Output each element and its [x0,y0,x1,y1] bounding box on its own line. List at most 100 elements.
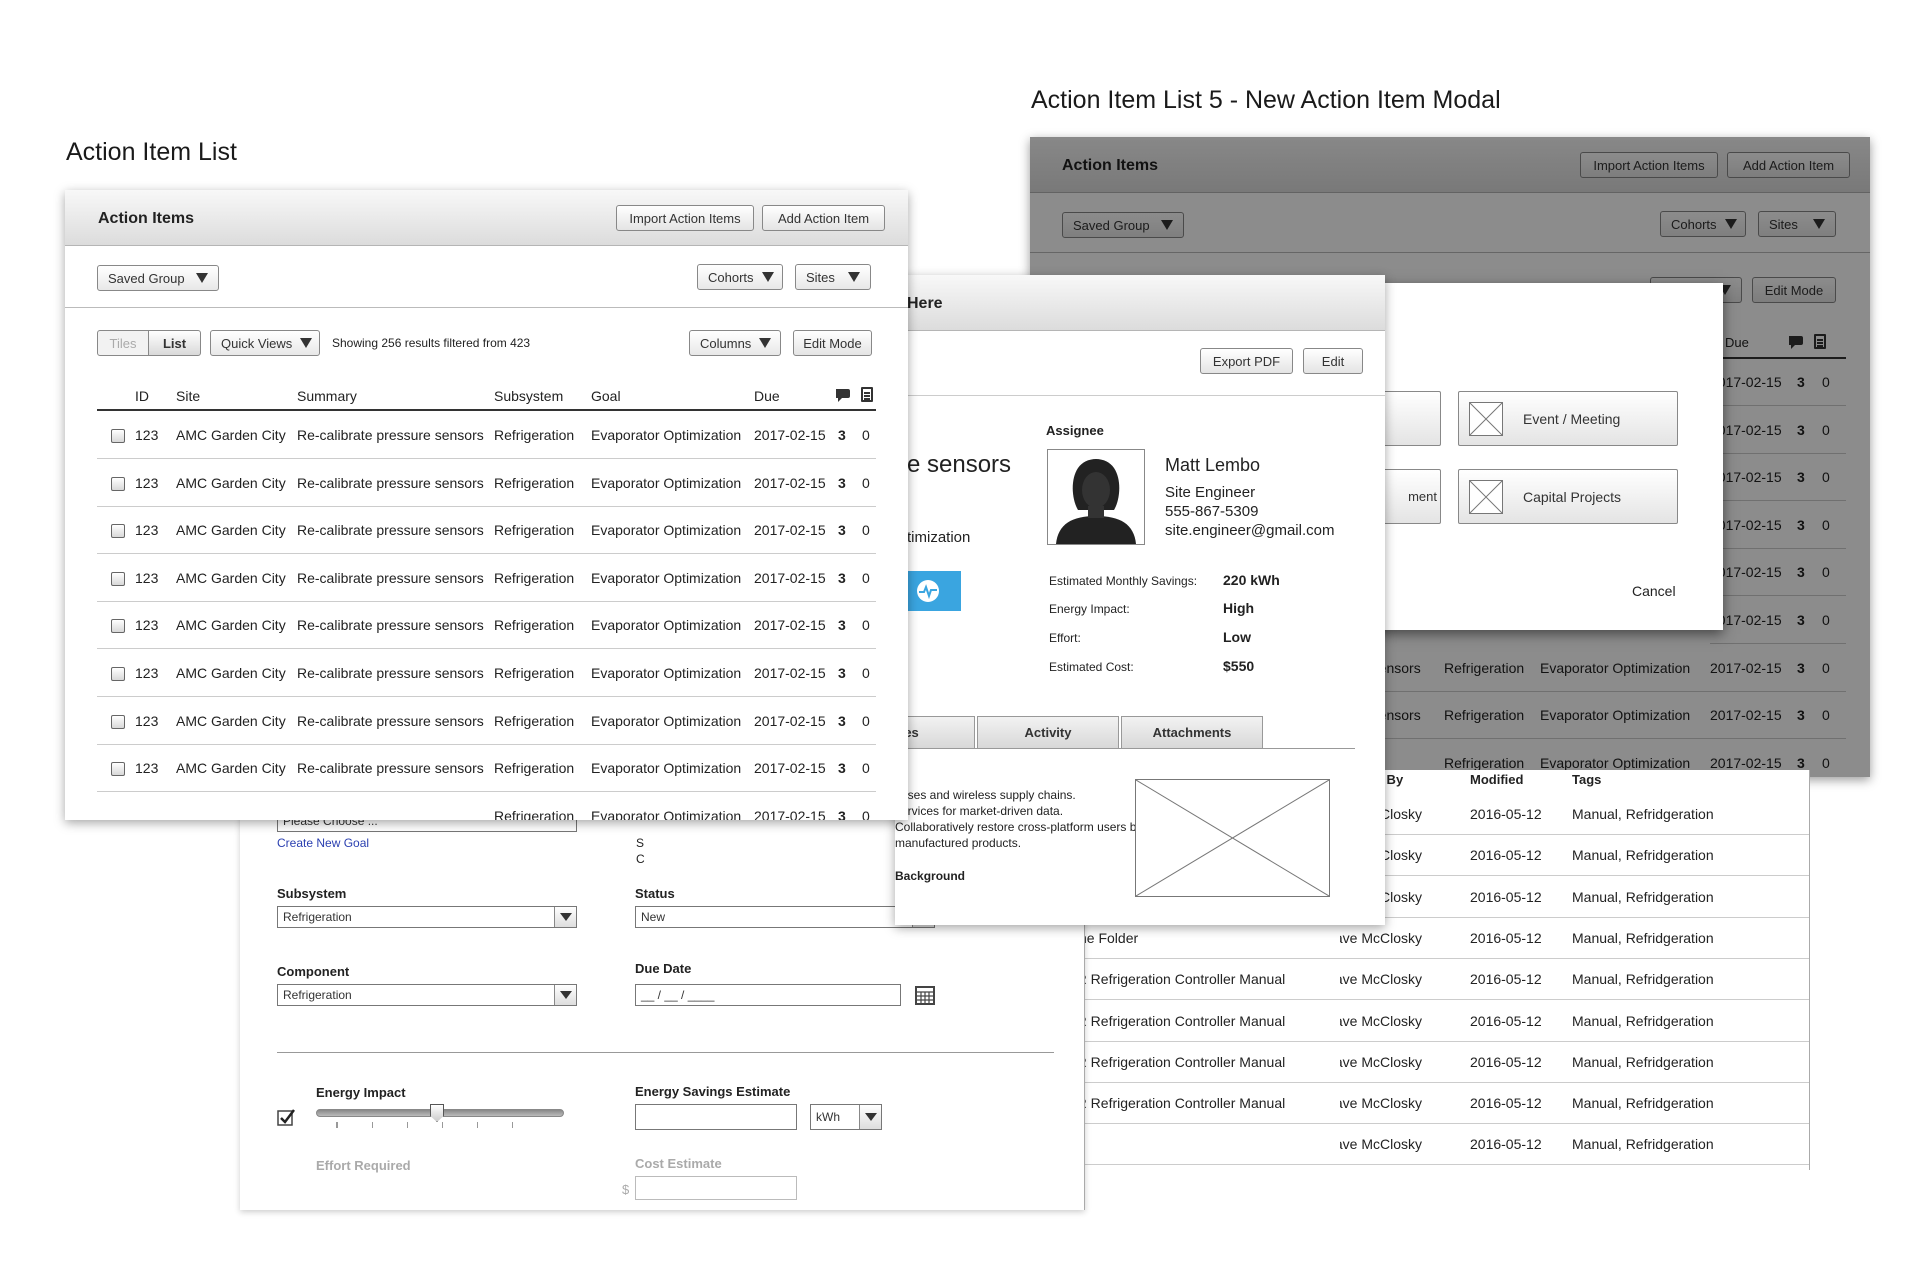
notes-text: manufactured products. [895,836,1022,850]
modal-option-capital-projects[interactable]: Capital Projects [1458,469,1678,524]
right-import-button[interactable]: Import Action Items [1580,152,1718,178]
table-row[interactable]: 123 AMC Garden City Re-calibrate pressur… [97,412,876,459]
tab-attachments[interactable]: Attachments [1121,716,1263,748]
cell-due: 2017-02-15 [1710,659,1782,676]
file-modified: 2016-05-12 [1470,806,1542,822]
table-row[interactable]: 2017-02-15 3 0 [1710,407,1846,454]
table-row[interactable]: 2017-02-15 3 0 [1710,597,1846,644]
table-row[interactable]: Refrigeration Evaporator Optimization 20… [97,793,876,820]
cohorts-dropdown[interactable]: Cohorts [697,264,783,290]
tab-activity[interactable]: Activity [977,716,1119,748]
file-owner: Dave McClosky [1340,929,1422,946]
file-name[interactable]: AXR Refrigeration Controller Manual [1058,1054,1285,1070]
right-saved-group-dropdown[interactable]: Saved Group [1062,212,1184,238]
table-row[interactable]: 2017-02-15 3 0 [1710,549,1846,597]
export-pdf-button[interactable]: Export PDF [1200,348,1293,374]
row-checkbox[interactable] [111,714,125,729]
cell-summary[interactable]: Re-calibrate pressure sensors [297,713,484,729]
file-name[interactable]: AXR Refrigeration Controller Manual [1058,1095,1285,1111]
edit-mode-button[interactable]: Edit Mode [793,330,872,356]
file-row[interactable]: AXR Refrigeration Controller Manual Dave… [990,1042,1809,1083]
col-subsystem: Subsystem [494,388,564,404]
cell-summary[interactable]: Re-calibrate pressure sensors [297,475,484,491]
cell-summary[interactable]: Re-calibrate pressure sensors [297,665,484,681]
cell-comment-count: 3 [838,760,846,777]
cell-goal: Evaporator Optimization [1540,659,1691,676]
file-name[interactable]: AXR Refrigeration Controller Manual [1058,1013,1285,1029]
row-checkbox[interactable] [111,524,125,539]
table-row[interactable]: e sensors Refrigeration Evaporator Optim… [1360,645,1846,692]
right-due-header: Due [1725,335,1749,350]
file-row[interactable]: AXR Refrigeration Controller Manual Dave… [990,1083,1809,1125]
cell-subsystem: Refrigeration [494,474,575,491]
create-new-goal-link[interactable]: Create New Goal [277,836,369,850]
file-row[interactable]: AXR Refrigeration Controller Manual Dave… [990,959,1809,1001]
tiles-view-toggle[interactable]: Tiles [97,330,149,356]
energy-savings-input[interactable] [635,1104,797,1130]
table-row[interactable]: 123 AMC Garden City Re-calibrate pressur… [97,650,876,697]
table-row[interactable]: 2017-02-15 3 0 [1710,359,1846,406]
cell-summary[interactable]: Re-calibrate pressure sensors [297,570,484,586]
file-modified: 2016-05-12 [1470,929,1542,946]
row-checkbox[interactable] [111,429,125,443]
cell-id: 123 [135,569,159,586]
calendar-icon[interactable] [915,985,935,1010]
cell-comment-count: 3 [1797,564,1805,581]
row-checkbox[interactable] [111,476,125,491]
subsystem-select[interactable]: Refrigeration [277,906,577,928]
cell-summary[interactable]: Re-calibrate pressure sensors [297,427,484,443]
table-row[interactable]: 123 AMC Garden City Re-calibrate pressur… [97,460,876,507]
cell-summary[interactable]: Re-calibrate pressure sensors [297,760,484,776]
row-checkbox[interactable] [111,667,125,681]
file-tags: Manual, Refridgeration [1572,1095,1714,1112]
file-row[interactable]: Dave McClosky 2016-05-12 Manual, Refridg… [990,1124,1809,1166]
columns-dropdown[interactable]: Columns [689,330,781,356]
quick-views-dropdown[interactable]: Quick Views [210,330,320,356]
cell-subsystem: Refrigeration [494,807,575,820]
file-row[interactable]: AXR Refrigeration Controller Manual Dave… [990,1001,1809,1042]
modal-cancel-button[interactable]: Cancel [1632,583,1676,599]
comments-icon [1787,334,1805,355]
row-checkbox[interactable] [111,571,125,586]
table-row[interactable]: 123 AMC Garden City Re-calibrate pressur… [97,745,876,793]
slider-handle[interactable] [430,1104,444,1122]
new-action-item-modal: ment Event / Meeting Capital Projects Ca… [1370,283,1723,630]
table-row[interactable]: 123 AMC Garden City Re-calibrate pressur… [97,602,876,650]
table-row[interactable]: 123 AMC Garden City Re-calibrate pressur… [97,555,876,602]
cell-summary[interactable]: Re-calibrate pressure sensors [297,617,484,633]
list-view-toggle[interactable]: List [148,330,201,356]
file-name[interactable]: AXR Refrigeration Controller Manual [1058,971,1285,987]
file-modified: 2016-05-12 [1470,1012,1542,1029]
right-sites-dropdown[interactable]: Sites [1758,211,1836,237]
chevron-down-icon [196,273,208,283]
right-add-button[interactable]: Add Action Item [1727,152,1850,178]
row-checkbox[interactable] [111,762,125,777]
modal-option-partial-top[interactable] [1376,391,1441,446]
saved-group-dropdown[interactable]: Saved Group [97,265,219,291]
table-row[interactable]: 123 AMC Garden City Re-calibrate pressur… [97,507,876,555]
modal-option-partial[interactable]: ment [1376,469,1441,524]
component-select[interactable]: Refrigeration [277,984,577,1006]
status-select[interactable]: New [635,906,935,928]
cost-estimate-input[interactable] [635,1176,797,1200]
energy-impact-checkbox[interactable] [277,1107,297,1132]
unit-select[interactable]: kWh [810,1104,882,1130]
chevron-down-icon [1161,220,1173,230]
table-row[interactable]: 123 AMC Garden City Re-calibrate pressur… [97,698,876,745]
edit-button[interactable]: Edit [1303,348,1363,374]
cell-file-count: 0 [862,474,870,491]
import-action-items-button[interactable]: Import Action Items [616,205,754,231]
add-action-item-button[interactable]: Add Action Item [762,205,885,231]
due-date-input[interactable]: __ / __ / ____ [635,984,901,1006]
file-tags: Manual, Refridgeration [1572,806,1714,822]
modal-option-event-meeting[interactable]: Event / Meeting [1458,391,1678,446]
row-checkbox[interactable] [111,619,125,634]
right-cohorts-dropdown[interactable]: Cohorts [1660,211,1746,237]
cell-summary[interactable]: Re-calibrate pressure sensors [297,522,484,538]
table-row[interactable]: e sensors Refrigeration Evaporator Optim… [1360,692,1846,740]
cell-file-count: 0 [1822,564,1830,581]
sites-dropdown[interactable]: Sites [795,264,871,290]
table-row[interactable]: 2017-02-15 3 0 [1710,502,1846,549]
right-edit-mode-button[interactable]: Edit Mode [1752,277,1836,303]
table-row[interactable]: 2017-02-15 3 0 [1710,454,1846,502]
